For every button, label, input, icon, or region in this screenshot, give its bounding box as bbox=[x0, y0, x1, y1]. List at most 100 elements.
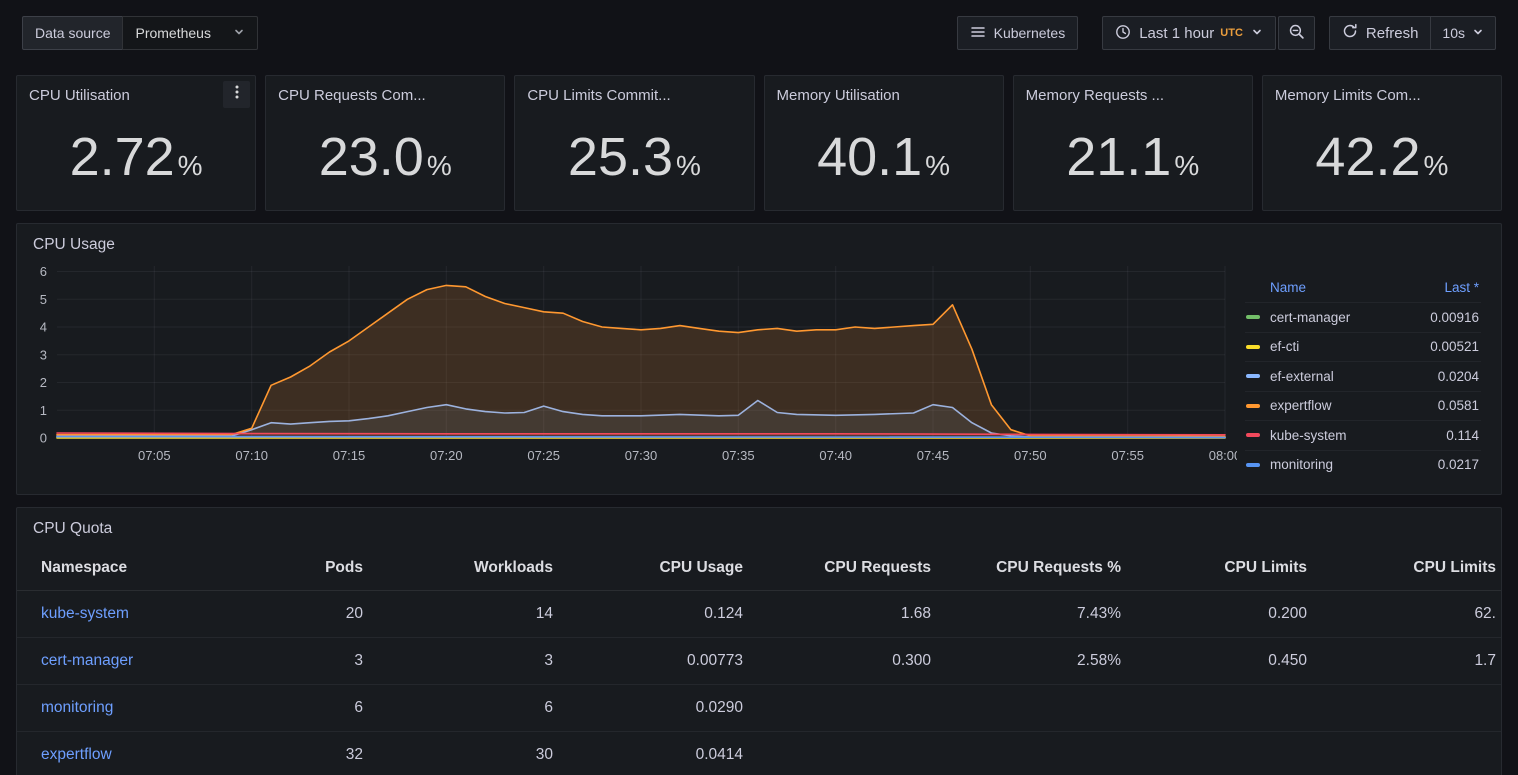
namespace-link[interactable]: cert-manager bbox=[41, 652, 133, 669]
series-color-swatch bbox=[1246, 404, 1260, 408]
cpu-quota-table: Namespace Pods Workloads CPU Usage CPU R… bbox=[17, 544, 1501, 775]
cpu-usage-panel: CPU Usage 012345607:0507:1007:1507:2007:… bbox=[16, 223, 1502, 495]
clock-icon bbox=[1115, 24, 1131, 43]
chevron-down-icon bbox=[233, 25, 245, 41]
panel-title: CPU Usage bbox=[17, 224, 1501, 254]
stat-unit: % bbox=[1424, 150, 1449, 182]
series-name[interactable]: ef-cti bbox=[1270, 339, 1299, 354]
cell-cpu-requests-pct bbox=[945, 685, 1135, 732]
cell-cpu-requests-pct: 2.58% bbox=[945, 638, 1135, 685]
col-header-cpu-requests[interactable]: CPU Requests bbox=[757, 544, 945, 591]
legend-item[interactable]: ef-external 0.0204 bbox=[1245, 361, 1481, 391]
stat-value: 25.3 bbox=[568, 126, 673, 188]
svg-text:07:15: 07:15 bbox=[333, 448, 366, 463]
series-last-value: 0.0217 bbox=[1438, 457, 1479, 472]
panel-title: CPU Utilisation bbox=[17, 76, 255, 104]
cell-cpu-requests bbox=[757, 685, 945, 732]
hamburger-icon bbox=[970, 24, 986, 43]
time-controls: Last 1 hour UTC bbox=[1102, 16, 1315, 50]
col-header-cpu-limits-pct[interactable]: CPU Limits bbox=[1321, 544, 1501, 591]
toolbar-right-group: Kubernetes Last 1 hour UTC bbox=[957, 16, 1496, 50]
cell-cpu-limits-pct: 1.7 bbox=[1321, 638, 1501, 685]
namespace-link[interactable]: kube-system bbox=[41, 605, 129, 622]
stat-value: 42.2 bbox=[1315, 126, 1420, 188]
table-header-row: Namespace Pods Workloads CPU Usage CPU R… bbox=[17, 544, 1501, 591]
stat-panels-row: CPU Utilisation 2.72% CPU Requests Com..… bbox=[16, 75, 1502, 211]
series-color-swatch bbox=[1246, 315, 1260, 319]
legend-item[interactable]: monitoring 0.0217 bbox=[1245, 450, 1481, 480]
series-name[interactable]: monitoring bbox=[1270, 457, 1333, 472]
series-last-value: 0.114 bbox=[1446, 428, 1479, 443]
series-name[interactable]: cert-manager bbox=[1270, 310, 1350, 325]
table-row: cert-manager 3 3 0.00773 0.300 2.58% 0.4… bbox=[17, 638, 1501, 685]
col-header-namespace[interactable]: Namespace bbox=[17, 544, 202, 591]
stat-panel-cpu-utilisation: CPU Utilisation 2.72% bbox=[16, 75, 256, 211]
svg-text:3: 3 bbox=[40, 347, 47, 362]
stat-panel-memory-utilisation: Memory Utilisation 40.1% bbox=[764, 75, 1004, 211]
cell-cpu-limits bbox=[1135, 685, 1321, 732]
svg-text:07:40: 07:40 bbox=[819, 448, 852, 463]
legend-item[interactable]: ef-cti 0.00521 bbox=[1245, 332, 1481, 362]
cell-workloads: 6 bbox=[377, 685, 567, 732]
stat-unit: % bbox=[1174, 150, 1199, 182]
col-header-cpu-limits[interactable]: CPU Limits bbox=[1135, 544, 1321, 591]
svg-text:5: 5 bbox=[40, 292, 47, 307]
cell-workloads: 3 bbox=[377, 638, 567, 685]
series-last-value: 0.0204 bbox=[1438, 369, 1479, 384]
svg-text:2: 2 bbox=[40, 375, 47, 390]
refresh-interval-value: 10s bbox=[1442, 25, 1465, 41]
refresh-interval-select[interactable]: 10s bbox=[1431, 17, 1495, 49]
panel-title: Memory Requests ... bbox=[1014, 76, 1252, 104]
cell-cpu-requests bbox=[757, 732, 945, 775]
stat-value: 23.0 bbox=[319, 126, 424, 188]
cell-cpu-requests-pct: 7.43% bbox=[945, 591, 1135, 638]
chevron-down-icon bbox=[1251, 25, 1263, 41]
legend-item[interactable]: cert-manager 0.00916 bbox=[1245, 302, 1481, 332]
cell-pods: 3 bbox=[202, 638, 377, 685]
cpu-usage-chart[interactable]: 012345607:0507:1007:1507:2007:2507:3007:… bbox=[27, 256, 1237, 479]
svg-text:07:25: 07:25 bbox=[527, 448, 560, 463]
svg-text:08:00: 08:00 bbox=[1209, 448, 1237, 463]
series-name[interactable]: kube-system bbox=[1270, 428, 1347, 443]
cell-cpu-usage: 0.124 bbox=[567, 591, 757, 638]
time-range-picker[interactable]: Last 1 hour UTC bbox=[1102, 16, 1276, 50]
namespace-link[interactable]: expertflow bbox=[41, 746, 112, 763]
namespace-link[interactable]: monitoring bbox=[41, 699, 113, 716]
col-header-pods[interactable]: Pods bbox=[202, 544, 377, 591]
legend-item[interactable]: kube-system 0.114 bbox=[1245, 420, 1481, 450]
timezone-label: UTC bbox=[1220, 27, 1243, 39]
stat-panel-memory-requests: Memory Requests ... 21.1% bbox=[1013, 75, 1253, 211]
series-name[interactable]: expertflow bbox=[1270, 398, 1332, 413]
series-last-value: 0.0581 bbox=[1438, 398, 1479, 413]
table-row: monitoring 6 6 0.0290 bbox=[17, 685, 1501, 732]
svg-text:07:45: 07:45 bbox=[917, 448, 950, 463]
datasource-select[interactable]: Prometheus bbox=[122, 16, 257, 50]
datasource-label: Data source bbox=[22, 16, 122, 50]
stat-value: 40.1 bbox=[817, 126, 922, 188]
panel-title: Memory Utilisation bbox=[765, 76, 1003, 104]
series-color-swatch bbox=[1246, 345, 1260, 349]
svg-text:07:10: 07:10 bbox=[235, 448, 268, 463]
col-header-workloads[interactable]: Workloads bbox=[377, 544, 567, 591]
panel-title: CPU Requests Com... bbox=[266, 76, 504, 104]
legend-item[interactable]: expertflow 0.0581 bbox=[1245, 391, 1481, 421]
refresh-button[interactable]: Refresh bbox=[1330, 17, 1432, 49]
svg-text:07:05: 07:05 bbox=[138, 448, 171, 463]
series-name[interactable]: ef-external bbox=[1270, 369, 1334, 384]
zoom-out-time-button[interactable] bbox=[1278, 16, 1315, 50]
refresh-icon bbox=[1342, 23, 1358, 43]
svg-text:07:55: 07:55 bbox=[1111, 448, 1144, 463]
cell-cpu-limits bbox=[1135, 732, 1321, 775]
kubernetes-menu-button[interactable]: Kubernetes bbox=[957, 16, 1079, 50]
col-header-cpu-requests-pct[interactable]: CPU Requests % bbox=[945, 544, 1135, 591]
cell-pods: 32 bbox=[202, 732, 377, 775]
series-last-value: 0.00916 bbox=[1430, 310, 1479, 325]
stat-unit: % bbox=[427, 150, 452, 182]
svg-text:6: 6 bbox=[40, 264, 47, 279]
col-header-cpu-usage[interactable]: CPU Usage bbox=[567, 544, 757, 591]
legend-last-sort-header[interactable]: Last * bbox=[1444, 280, 1479, 295]
panel-menu-button[interactable] bbox=[223, 81, 250, 108]
cell-cpu-limits: 0.450 bbox=[1135, 638, 1321, 685]
cell-cpu-requests: 1.68 bbox=[757, 591, 945, 638]
cell-workloads: 30 bbox=[377, 732, 567, 775]
